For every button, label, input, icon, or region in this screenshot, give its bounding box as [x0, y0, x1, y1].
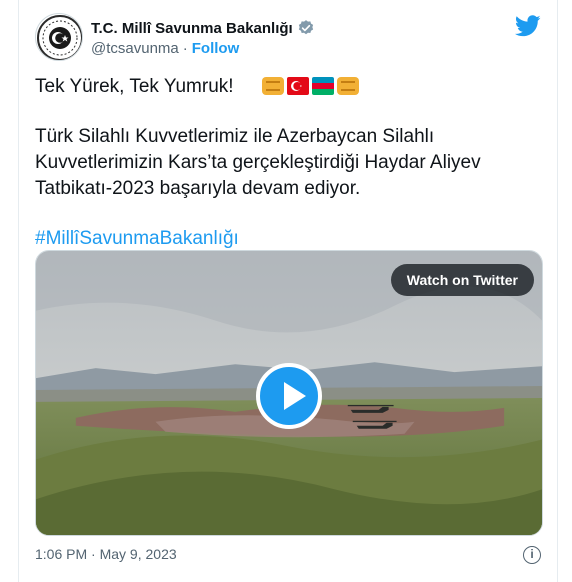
tweet-time[interactable]: 1:06 PM	[35, 546, 87, 562]
hashtag-link[interactable]: #MillîSavunmaBakanlığı	[35, 226, 541, 252]
tweet-body-line: Türk Silahlı Kuvvetlerimiz ile Azerbayca…	[35, 126, 435, 147]
twitter-bird-icon[interactable]	[515, 15, 541, 37]
tweet-body-line: Tatbikatı-2023 başarıyla devam ediyor.	[35, 178, 361, 199]
avatar[interactable]	[35, 13, 83, 61]
separator-dot: ·	[91, 546, 96, 562]
tweet-text: Tek Yürek, Tek Yumruk! Türk Silahlı Kuvv…	[35, 74, 541, 252]
account-handle[interactable]: @tcsavunma	[91, 40, 179, 57]
tweet-body-line: Kuvvetlerimizin Kars’ta gerçekleştirdiği…	[35, 152, 481, 173]
tweet-slogan: Tek Yürek, Tek Yumruk!	[35, 76, 234, 97]
fist-icon	[262, 77, 285, 95]
azerbaijan-flag-icon	[312, 77, 335, 95]
display-name[interactable]: T.C. Millî Savunma Bakanlığı	[91, 20, 293, 37]
handle-row: @tcsavunma · Follow	[91, 40, 239, 57]
info-icon[interactable]: i	[523, 546, 541, 564]
video-player[interactable]: Watch on Twitter	[35, 250, 543, 536]
fist-icon	[337, 77, 360, 95]
name-row: T.C. Millî Savunma Bakanlığı	[91, 19, 315, 37]
play-icon[interactable]	[256, 363, 322, 429]
embedded-tweet-card: T.C. Millî Savunma Bakanlığı @tcsavunma …	[18, 0, 558, 582]
tweet-header: T.C. Millî Savunma Bakanlığı @tcsavunma …	[35, 13, 541, 63]
tweet-footer: 1:06 PM · May 9, 2023 i	[35, 546, 541, 564]
separator-dot: ·	[182, 40, 188, 57]
ministry-emblem-icon	[37, 15, 82, 60]
verified-badge-icon	[298, 20, 313, 35]
watch-on-twitter-button[interactable]: Watch on Twitter	[390, 264, 534, 296]
tweet-date[interactable]: May 9, 2023	[100, 546, 177, 562]
follow-button[interactable]: Follow	[192, 40, 240, 57]
turkey-flag-icon	[287, 77, 310, 95]
tweet-line-1: Tek Yürek, Tek Yumruk!	[35, 74, 541, 100]
